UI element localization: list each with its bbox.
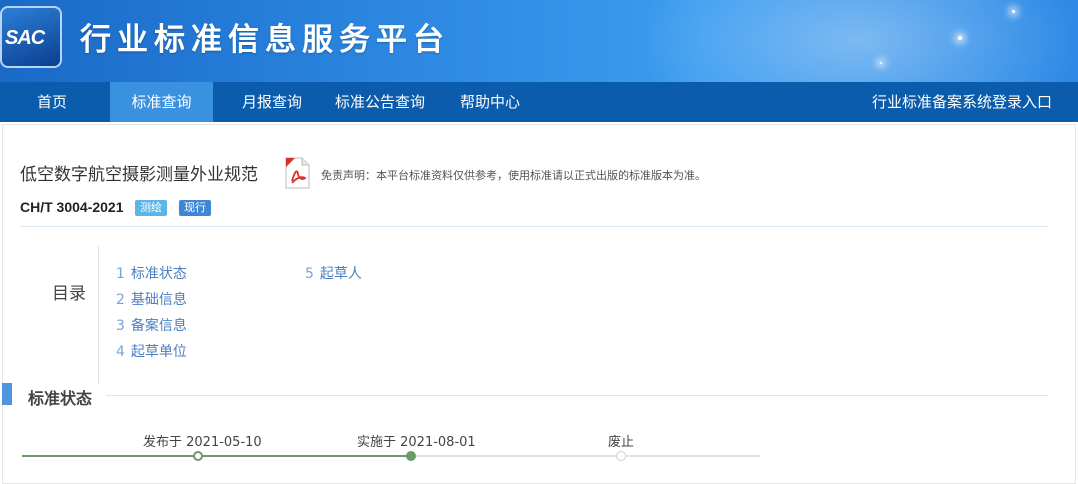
timeline-node-abolished xyxy=(616,451,626,461)
site-header: SAC 行业标准信息服务平台 xyxy=(0,0,1078,82)
timeline-progress xyxy=(22,455,412,457)
toc-item-label: 备案信息 xyxy=(130,318,187,334)
toc-label: 目录 xyxy=(52,284,86,304)
toc-item-basic-info[interactable]: 2 基础信息 xyxy=(116,289,187,309)
sparkle-icon xyxy=(1012,10,1015,13)
filing-system-login-link[interactable]: 行业标准备案系统登录入口 xyxy=(862,82,1062,122)
toc-divider xyxy=(98,246,99,384)
nav-item-standard-search[interactable]: 标准查询 xyxy=(110,82,213,122)
status-badge: 现行 xyxy=(179,200,211,216)
site-title: 行业标准信息服务平台 xyxy=(80,22,450,58)
disclaimer-text: 免责声明：本平台标准资料仅供参考，使用标准请以正式出版的标准版本为准。 xyxy=(321,169,706,182)
toc-item-number: 3 xyxy=(116,318,125,334)
nav-item-help-center[interactable]: 帮助中心 xyxy=(448,82,532,122)
standard-code: CH/T 3004-2021 xyxy=(20,199,124,215)
divider xyxy=(20,226,1048,227)
toc-item-number: 2 xyxy=(116,292,125,308)
toc-item-drafters[interactable]: 5 起草人 xyxy=(305,263,362,283)
timeline-node-implemented xyxy=(406,451,416,461)
nav-item-announcement-search[interactable]: 标准公告查询 xyxy=(328,82,432,122)
toc-item-standard-status[interactable]: 1 标准状态 xyxy=(116,263,187,283)
toc-item-label: 基础信息 xyxy=(130,292,187,308)
toc-item-number: 5 xyxy=(305,266,314,282)
section-divider xyxy=(106,395,1048,396)
nav-item-monthly-report[interactable]: 月报查询 xyxy=(228,82,316,122)
sparkle-icon xyxy=(880,62,882,64)
timeline-label-implemented: 实施于 2021-08-01 xyxy=(357,435,476,450)
section-title-standard-status: 标准状态 xyxy=(28,389,93,408)
timeline-label-published: 发布于 2021-05-10 xyxy=(143,435,262,450)
toc-item-number: 1 xyxy=(116,266,125,282)
section-accent-bar xyxy=(2,383,12,405)
nav-item-home[interactable]: 首页 xyxy=(0,82,104,122)
toc-item-number: 4 xyxy=(116,344,125,360)
timeline-label-abolished: 废止 xyxy=(608,435,635,450)
main-nav: 首页 标准查询 月报查询 标准公告查询 帮助中心 行业标准备案系统登录入口 xyxy=(0,82,1078,122)
toc-item-label: 起草人 xyxy=(319,266,362,282)
toc-item-drafting-units[interactable]: 4 起草单位 xyxy=(116,341,187,361)
timeline-node-published xyxy=(193,451,203,461)
header-glow xyxy=(598,0,1078,82)
pdf-icon[interactable] xyxy=(283,157,311,189)
standard-title: 低空数字航空摄影测量外业规范 xyxy=(20,165,258,185)
toc-item-label: 起草单位 xyxy=(130,344,187,360)
toc-item-filing-info[interactable]: 3 备案信息 xyxy=(116,315,187,335)
logo-text: SAC xyxy=(5,27,45,49)
pdf-icon-graphic xyxy=(285,157,310,189)
toc-item-label: 标准状态 xyxy=(130,266,187,282)
sparkle-icon xyxy=(958,36,962,40)
category-badge: 测绘 xyxy=(135,200,167,216)
sac-logo[interactable]: SAC xyxy=(0,6,62,68)
